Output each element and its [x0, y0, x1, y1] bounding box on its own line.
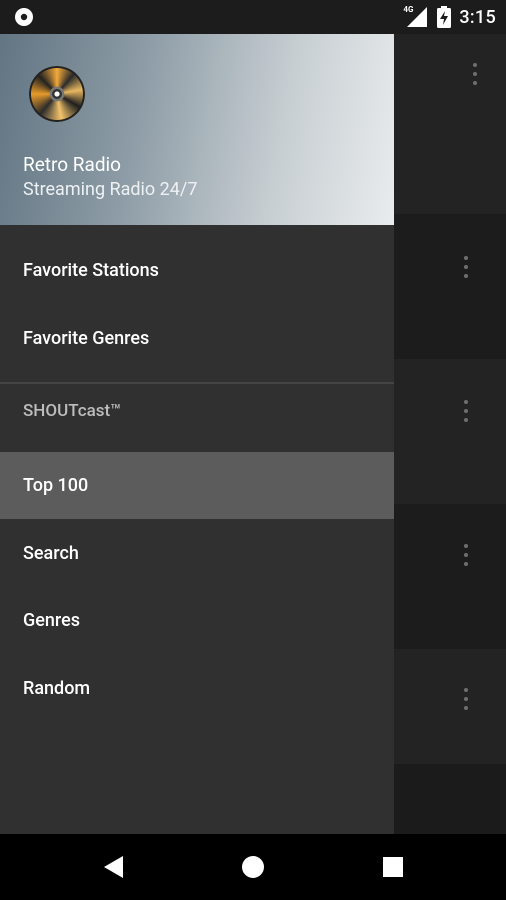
system-navigation-bar — [0, 834, 506, 900]
menu-item-label: Favorite Genres — [23, 328, 150, 349]
menu-item-genres[interactable]: Genres — [0, 587, 394, 654]
menu-item-label: Top 100 — [23, 475, 89, 496]
menu-item-random[interactable]: Random — [0, 655, 394, 722]
app-notification-icon — [15, 8, 33, 26]
vinyl-record-logo-icon — [29, 66, 85, 122]
status-bar: 4G 3:15 — [0, 0, 506, 34]
menu-item-search[interactable]: Search — [0, 520, 394, 587]
menu-item-favorite-genres[interactable]: Favorite Genres — [0, 305, 394, 372]
home-button[interactable] — [223, 834, 283, 900]
clock: 3:15 — [459, 6, 496, 28]
battery-charging-icon — [437, 6, 452, 28]
menu-divider — [0, 382, 394, 384]
menu-item-top-100[interactable]: Top 100 — [0, 452, 394, 519]
menu-item-label: Favorite Stations — [23, 260, 159, 281]
back-button[interactable] — [84, 834, 144, 900]
network-type-label: 4G — [403, 5, 414, 14]
overflow-menu-icon[interactable] — [463, 400, 469, 424]
menu-item-label: Search — [23, 543, 79, 564]
overflow-menu-icon[interactable] — [472, 63, 478, 87]
menu-item-favorite-stations[interactable]: Favorite Stations — [0, 237, 394, 304]
overflow-menu-icon[interactable] — [463, 688, 469, 712]
overflow-menu-icon[interactable] — [463, 256, 469, 280]
overflow-menu-icon[interactable] — [463, 544, 469, 568]
home-circle-icon — [242, 856, 264, 878]
menu-item-label: Genres — [23, 610, 81, 631]
menu-item-label: Random — [23, 678, 91, 699]
recents-square-icon — [383, 857, 403, 877]
section-header-shoutcast: SHOUTcast™ — [23, 401, 121, 421]
navigation-drawer: Retro Radio Streaming Radio 24/7 Favorit… — [0, 34, 394, 834]
cell-signal-icon: 4G — [403, 5, 429, 29]
drawer-header: Retro Radio Streaming Radio 24/7 — [0, 34, 394, 225]
app-title: Retro Radio — [23, 153, 122, 176]
back-triangle-icon — [104, 856, 123, 878]
app-subtitle: Streaming Radio 24/7 — [23, 179, 198, 200]
recents-button[interactable] — [363, 834, 423, 900]
